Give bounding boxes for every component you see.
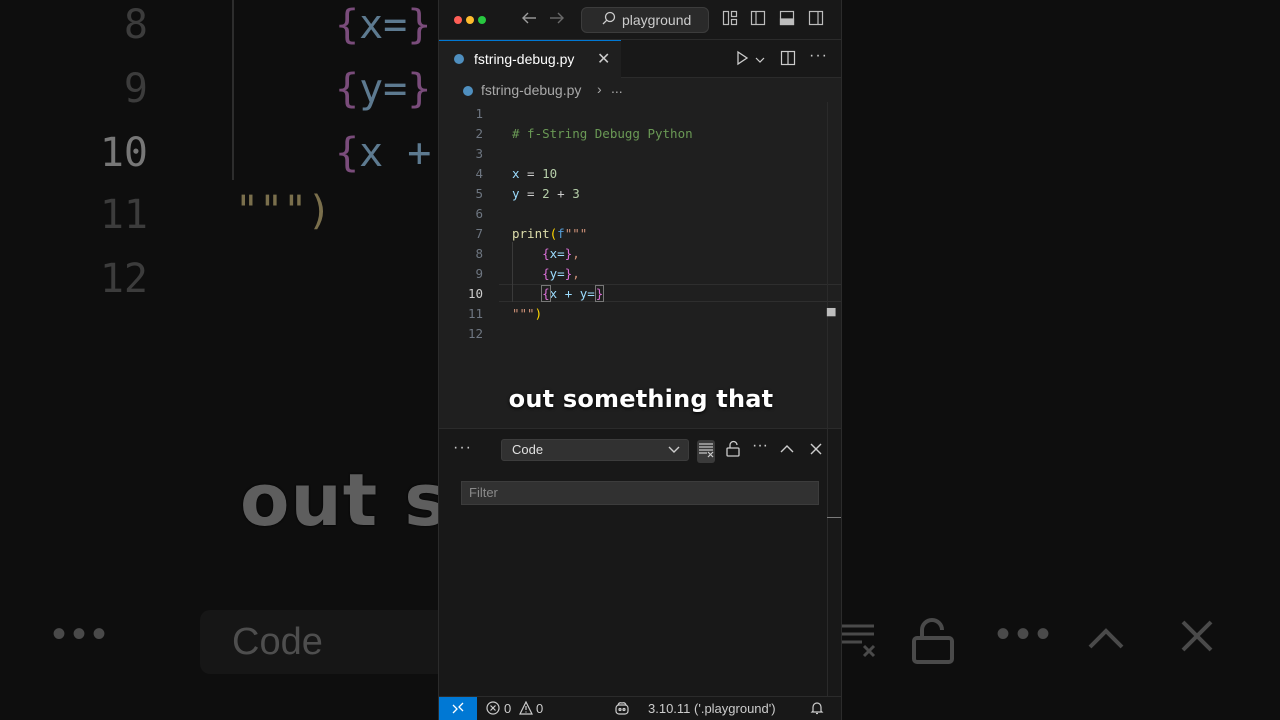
bg-chevron-up-icon <box>1086 618 1126 663</box>
scrollbar-cursor-marker[interactable]: ▀ <box>827 310 837 324</box>
toggle-primary-sidebar-icon[interactable] <box>750 10 766 26</box>
customize-layout-icon[interactable] <box>722 10 738 26</box>
bg-lock-icon <box>910 618 956 674</box>
bg-line-number: 11 <box>99 192 148 238</box>
errors-icon[interactable] <box>486 701 500 718</box>
code-line: {y=}, <box>542 266 580 281</box>
bg-clear-output-icon <box>840 618 876 668</box>
tab-label: fstring-debug.py <box>474 51 575 67</box>
line-number: 9 <box>475 266 483 281</box>
toggle-panel-icon[interactable] <box>779 10 795 26</box>
bg-code-line: {x=} <box>335 2 432 48</box>
bg-string-close: """) <box>235 188 332 234</box>
remote-indicator-icon[interactable] <box>439 697 477 720</box>
lock-scroll-icon[interactable] <box>724 440 742 463</box>
breadcrumb-file[interactable]: fstring-debug.py <box>481 82 581 98</box>
filter-input[interactable]: Filter <box>461 481 819 505</box>
chevron-down-icon <box>668 440 680 466</box>
bg-line-number: 8 <box>123 2 148 48</box>
line-number: 12 <box>467 326 483 341</box>
clear-output-icon[interactable] <box>697 440 715 463</box>
bg-line-number: 10 <box>99 130 148 176</box>
warnings-icon[interactable] <box>519 700 533 718</box>
code-line: # f-String Debugg Python <box>512 126 693 141</box>
bg-line-number: 12 <box>99 256 148 302</box>
line-number: 7 <box>475 226 483 241</box>
warning-count[interactable]: 0 <box>536 701 543 716</box>
tab-fstring-debug[interactable]: fstring-debug.py ✕ <box>439 40 621 78</box>
line-number: 2 <box>475 126 483 141</box>
line-number: 4 <box>475 166 483 181</box>
breadcrumb-symbols[interactable]: ... <box>611 80 623 96</box>
code-line: print(f""" <box>512 226 588 241</box>
breadcrumb: fstring-debug.py › ... <box>439 78 841 102</box>
output-channel-value: Code <box>512 442 544 457</box>
code-line: """) <box>512 306 543 321</box>
line-number: 6 <box>475 206 483 221</box>
python-file-icon <box>463 86 473 96</box>
bg-code-line: {x + <box>335 130 432 176</box>
line-number: 1 <box>475 106 483 121</box>
more-actions-icon[interactable]: ··· <box>809 47 828 65</box>
code-line: {x=}, <box>542 246 580 261</box>
code-editor[interactable]: ▀ 1 2 3 4 5 6 7 8 9 10 11 12 # f-String … <box>439 102 841 428</box>
minimize-window-button[interactable] <box>466 16 474 24</box>
command-center[interactable]: playground <box>581 7 709 33</box>
line-number: 3 <box>475 146 483 161</box>
close-tab-icon[interactable]: ✕ <box>597 49 610 69</box>
python-interpreter[interactable]: 3.10.11 ('.playground') <box>648 701 776 716</box>
scrollbar-track <box>827 102 828 428</box>
close-panel-icon[interactable] <box>807 440 825 463</box>
python-file-icon <box>454 54 464 64</box>
run-icon[interactable] <box>735 49 749 71</box>
back-arrow-icon[interactable] <box>521 10 537 31</box>
maximize-window-button[interactable] <box>478 16 486 24</box>
code-line: y = 2 + 3 <box>512 186 580 201</box>
line-number: 5 <box>475 186 483 201</box>
bg-code-line: {y=} <box>335 66 432 112</box>
panel-scrollbar-track <box>827 429 828 697</box>
bg-more-actions-icon: ••• <box>996 612 1057 656</box>
line-number: 11 <box>467 306 483 321</box>
run-dropdown-chevron-icon[interactable] <box>755 52 765 69</box>
bg-line-number: 9 <box>123 66 148 112</box>
panel-scrollbar-thumb[interactable] <box>827 517 841 518</box>
vscode-window: playground fstring-debug.py ✕ ··· fstrin… <box>438 0 842 720</box>
notifications-bell-icon[interactable] <box>810 701 824 718</box>
command-center-label: playground <box>622 12 692 28</box>
toggle-secondary-sidebar-icon[interactable] <box>808 10 824 26</box>
video-caption: out something that <box>508 385 774 413</box>
close-window-button[interactable] <box>454 16 462 24</box>
panel-views-more-icon[interactable]: ··· <box>453 439 472 457</box>
code-line-current: {x + y=} <box>541 285 605 302</box>
more-actions-icon[interactable]: ··· <box>751 437 769 455</box>
status-bar: 0 0 3.10.11 ('.playground') <box>439 696 841 720</box>
bg-close-icon <box>1180 618 1214 663</box>
maximize-panel-icon[interactable] <box>778 440 796 463</box>
line-number: 8 <box>475 246 483 261</box>
bg-output-select: Code <box>200 610 460 674</box>
bg-more-icon: ••• <box>52 612 113 656</box>
bg-indent-guide <box>232 0 234 180</box>
error-count[interactable]: 0 <box>504 701 511 716</box>
output-panel: ··· Code ··· Filter <box>439 428 841 697</box>
split-editor-icon[interactable] <box>780 49 796 71</box>
editor-tab-bar: fstring-debug.py ✕ ··· <box>439 40 841 78</box>
forward-arrow-icon[interactable] <box>549 10 565 31</box>
search-icon <box>602 7 616 38</box>
line-number-current: 10 <box>467 286 483 301</box>
code-line: x = 10 <box>512 166 558 181</box>
title-bar: playground <box>439 0 841 40</box>
output-channel-select[interactable]: Code <box>501 439 689 461</box>
copilot-icon[interactable] <box>614 701 630 718</box>
breadcrumb-separator: › <box>597 81 602 97</box>
